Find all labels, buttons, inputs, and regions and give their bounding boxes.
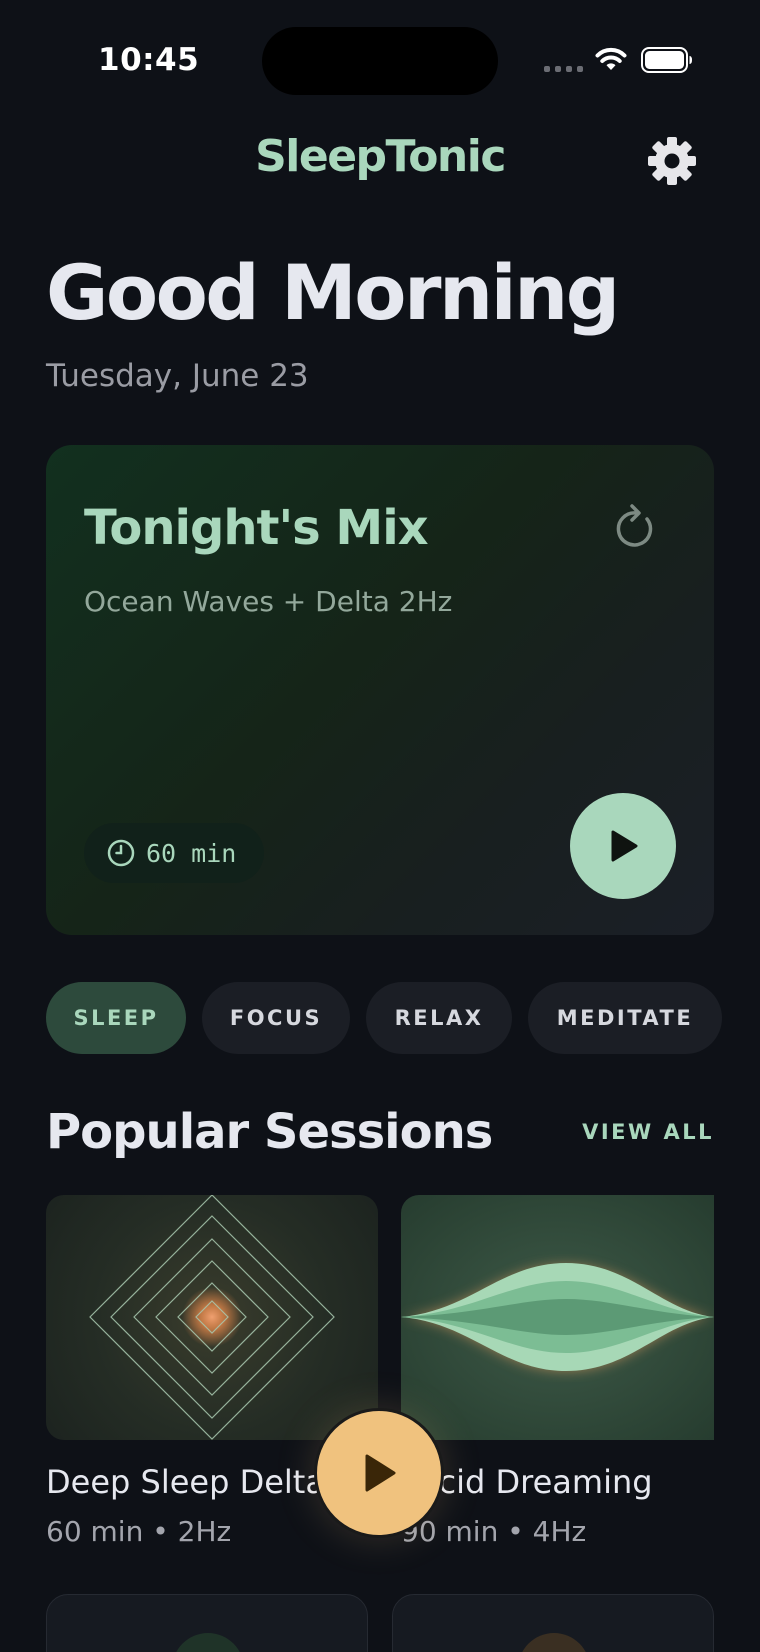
battery-icon <box>641 47 692 73</box>
wifi-icon <box>595 47 627 70</box>
session-name: Deep Sleep Delta <box>46 1463 325 1501</box>
screen: 10:45 SleepTonic Good Morning Tuesday, J… <box>0 0 760 1652</box>
duration-label: 60 min <box>146 838 237 868</box>
play-icon <box>365 1454 396 1492</box>
duration-pill: 60 min <box>84 823 265 883</box>
category-card-icon <box>172 1633 244 1652</box>
tab-relax[interactable]: RELAX <box>366 982 512 1054</box>
dynamic-island <box>262 27 498 95</box>
waveform-artwork <box>401 1263 714 1371</box>
floating-play-button[interactable] <box>314 1408 444 1538</box>
session-thumbnail <box>401 1195 714 1440</box>
session-card-deep-sleep[interactable]: Deep Sleep Delta 60 min • 2Hz <box>46 1195 378 1548</box>
mix-play-button[interactable] <box>570 793 676 899</box>
session-card-lucid-dreaming[interactable]: Lucid Dreaming 90 min • 4Hz <box>401 1195 714 1548</box>
mix-subtitle: Ocean Waves + Delta 2Hz <box>84 585 453 618</box>
status-time: 10:45 <box>98 42 200 78</box>
category-card[interactable] <box>392 1594 714 1652</box>
cellular-signal-icon <box>544 66 583 72</box>
session-thumbnail <box>46 1195 378 1440</box>
session-meta: 90 min • 4Hz <box>401 1515 587 1548</box>
gear-icon[interactable] <box>646 135 698 187</box>
play-icon <box>611 830 638 862</box>
section-title: Popular Sessions <box>46 1104 493 1160</box>
view-all-link[interactable]: VIEW ALL <box>582 1120 714 1144</box>
tab-focus[interactable]: FOCUS <box>202 982 350 1054</box>
mix-title: Tonight's Mix <box>84 500 429 556</box>
tab-sleep[interactable]: SLEEP <box>46 982 186 1054</box>
tab-meditate[interactable]: MEDITATE <box>528 982 722 1054</box>
category-tabs: SLEEP FOCUS RELAX MEDITATE <box>46 982 722 1054</box>
category-card-icon <box>518 1633 590 1652</box>
session-meta: 60 min • 2Hz <box>46 1515 232 1548</box>
clock-icon <box>107 839 135 867</box>
refresh-icon[interactable] <box>612 501 660 553</box>
nested-diamonds-artwork <box>89 1195 335 1440</box>
tonight-mix-card[interactable]: Tonight's Mix Ocean Waves + Delta 2Hz 60… <box>46 445 714 935</box>
date-label: Tuesday, June 23 <box>46 358 309 394</box>
greeting-title: Good Morning <box>46 248 620 337</box>
category-card[interactable] <box>46 1594 368 1652</box>
status-bar: 10:45 <box>0 0 760 120</box>
